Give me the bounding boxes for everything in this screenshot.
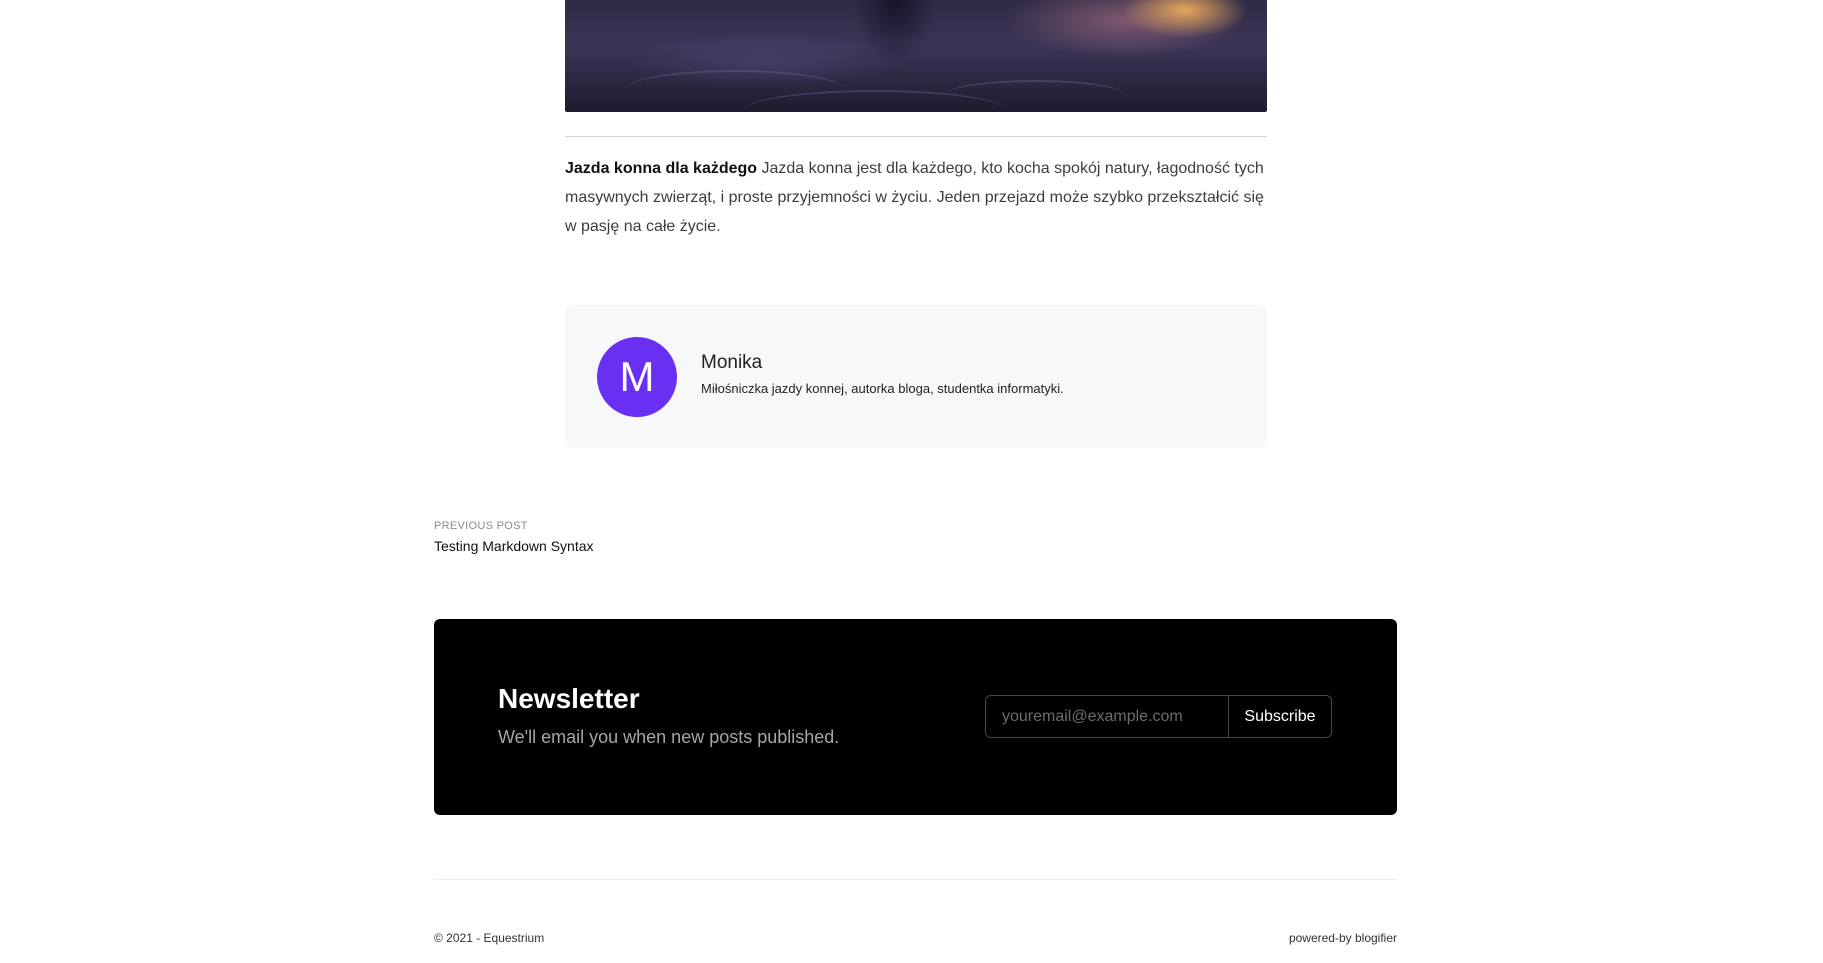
newsletter-section: Newsletter We'll email you when new post…	[434, 619, 1397, 815]
subscribe-button[interactable]: Subscribe	[1229, 696, 1331, 737]
newsletter-subtitle: We'll email you when new posts published…	[498, 727, 840, 747]
email-input[interactable]	[986, 696, 1229, 737]
footer-divider	[434, 879, 1397, 880]
article-paragraph: Jazda konna dla każdego Jazda konna jest…	[565, 154, 1267, 241]
post-cover-image	[565, 0, 1267, 112]
footer-copyright: © 2021 - Equestrium	[434, 931, 545, 945]
newsletter-title: Newsletter	[498, 683, 640, 714]
author-name[interactable]: Monika	[701, 352, 762, 374]
newsletter-form: Subscribe	[985, 695, 1332, 738]
avatar[interactable]: M	[597, 337, 677, 417]
previous-post-nav: PREVIOUS POST Testing Markdown Syntax	[434, 519, 594, 554]
author-card: M Monika Miłośniczka jazdy konnej, autor…	[565, 305, 1267, 448]
previous-post-link[interactable]: Testing Markdown Syntax	[434, 538, 594, 554]
footer-powered-by[interactable]: powered-by blogifier	[1289, 931, 1397, 945]
article-lead: Jazda konna dla każdego	[565, 160, 758, 177]
content-divider	[565, 136, 1267, 137]
author-bio: Miłośniczka jazdy konnej, autorka bloga,…	[701, 381, 1064, 396]
previous-post-label: PREVIOUS POST	[434, 520, 528, 532]
page: Jazda konna dla każdego Jazda konna jest…	[0, 0, 1823, 963]
